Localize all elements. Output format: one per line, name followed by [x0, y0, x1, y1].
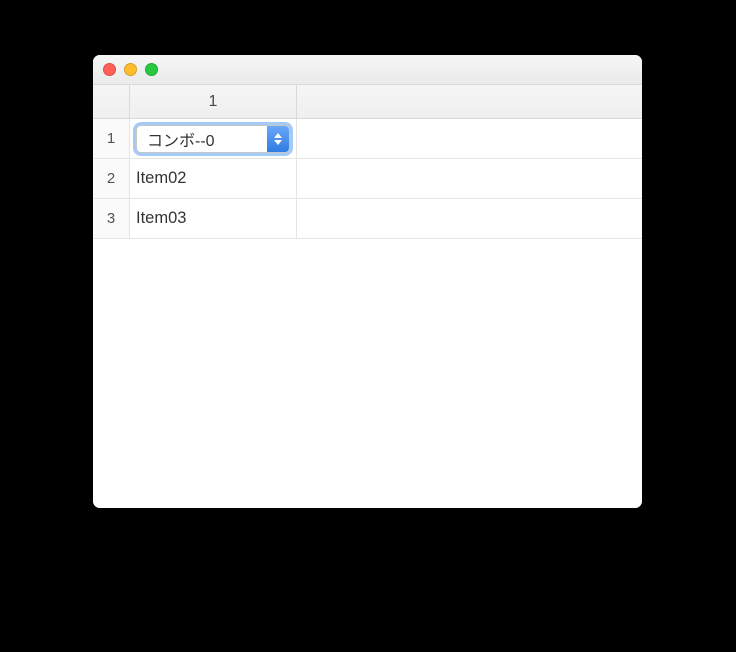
column-header-label: 1 — [209, 93, 218, 111]
table-header-row: 1 — [93, 85, 642, 119]
combo-box[interactable]: コンボ--0 — [136, 125, 290, 153]
table-corner-cell — [93, 85, 130, 118]
row-index-label: 3 — [107, 210, 115, 227]
table-cell[interactable]: Item03 — [130, 199, 297, 238]
app-window: 1 1 コンボ--0 — [93, 55, 642, 508]
cell-value: Item03 — [136, 209, 186, 228]
table-cell[interactable]: コンボ--0 — [130, 119, 297, 158]
chevron-up-icon — [274, 133, 282, 138]
chevron-down-icon — [274, 140, 282, 145]
cell-value: Item02 — [136, 169, 186, 188]
table-row: 3 Item03 — [93, 199, 642, 239]
close-icon[interactable] — [103, 63, 116, 76]
row-index-label: 1 — [107, 130, 115, 147]
row-index[interactable]: 3 — [93, 199, 130, 238]
combo-selected-label: コンボ--0 — [147, 127, 267, 151]
combo-stepper-cap[interactable] — [267, 126, 289, 152]
table-row: 2 Item02 — [93, 159, 642, 199]
table-cell[interactable]: Item02 — [130, 159, 297, 198]
column-header[interactable]: 1 — [130, 85, 297, 118]
row-index[interactable]: 2 — [93, 159, 130, 198]
titlebar[interactable] — [93, 55, 642, 85]
window-content: 1 1 コンボ--0 — [93, 85, 642, 508]
table-row: 1 コンボ--0 — [93, 119, 642, 159]
row-index[interactable]: 1 — [93, 119, 130, 158]
maximize-icon[interactable] — [145, 63, 158, 76]
row-index-label: 2 — [107, 170, 115, 187]
minimize-icon[interactable] — [124, 63, 137, 76]
data-table: 1 1 コンボ--0 — [93, 85, 642, 239]
